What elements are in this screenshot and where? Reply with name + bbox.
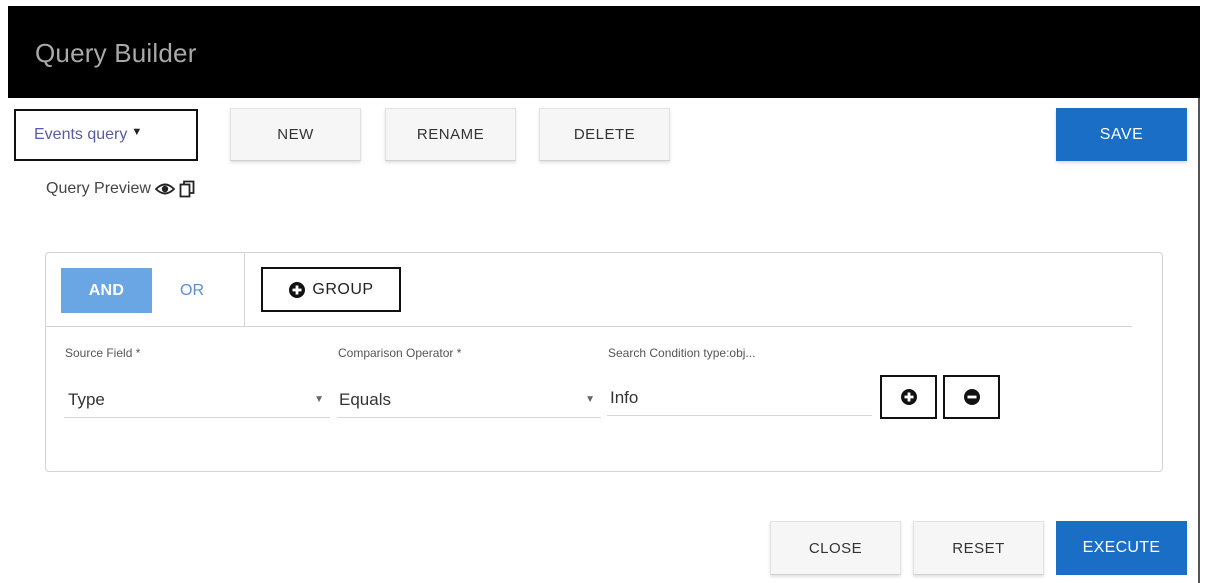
new-button[interactable]: NEW [230,108,361,161]
query-preview: Query Preview [46,180,195,198]
rename-button[interactable]: RENAME [385,108,516,161]
minus-circle-icon [963,388,981,406]
add-group-label: GROUP [312,280,374,298]
comparison-operator-value: Equals [339,389,391,409]
copy-icon[interactable] [175,180,195,198]
query-preview-label: Query Preview [46,180,151,197]
close-button[interactable]: CLOSE [770,521,901,575]
caret-down-icon: ▼ [585,394,595,405]
eye-icon[interactable] [151,182,175,196]
dialog-right-border [1198,98,1200,583]
panel-header-divider [46,326,1132,327]
comparison-operator-label: Comparison Operator * [338,346,462,360]
search-condition-value: Info [610,387,639,407]
search-condition-label: Search Condition type:obj... [608,346,756,360]
save-button[interactable]: SAVE [1056,108,1187,161]
search-condition-input[interactable]: Info [607,380,872,416]
source-field-value: Type [68,389,105,409]
query-select-dropdown[interactable]: Events query ▼ [14,109,198,161]
remove-condition-button[interactable] [943,375,1000,419]
reset-button[interactable]: RESET [913,521,1044,575]
comparison-operator-select[interactable]: Equals ▼ [337,382,601,418]
delete-button[interactable]: DELETE [539,108,670,161]
source-field-select[interactable]: Type ▼ [64,382,330,418]
and-toggle[interactable]: AND [61,268,152,313]
query-select-value: Events query [34,126,128,143]
or-toggle[interactable]: OR [160,268,224,313]
plus-circle-icon [900,388,918,406]
toggle-divider [244,253,245,326]
add-group-button[interactable]: GROUP [261,267,401,312]
execute-button[interactable]: EXECUTE [1056,521,1187,575]
caret-down-icon: ▼ [131,126,143,138]
plus-circle-icon [288,281,312,299]
caret-down-icon: ▼ [314,394,324,405]
title-bar: Query Builder [8,6,1200,98]
window-title: Query Builder [35,38,197,68]
add-condition-button[interactable] [880,375,937,419]
source-field-label: Source Field * [65,346,141,360]
